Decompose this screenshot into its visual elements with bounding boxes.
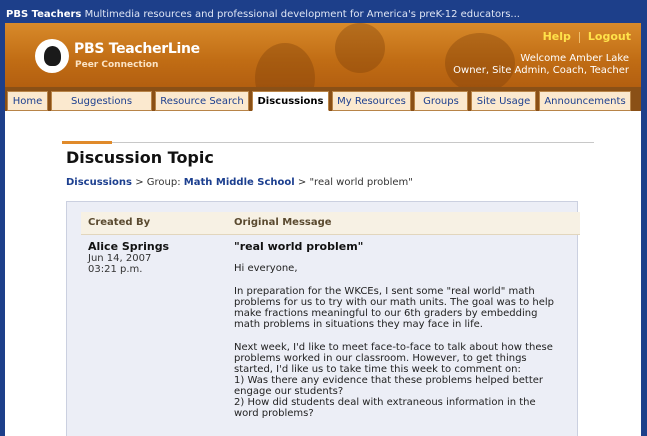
message-paragraph: Next week, I'd like to meet face-to-face… bbox=[234, 342, 553, 419]
header-links: Help Logout bbox=[543, 30, 631, 43]
pbs-logo-icon[interactable] bbox=[35, 39, 69, 73]
message-date-day: Jun 14, 2007 bbox=[88, 253, 152, 264]
message-date: Jun 14, 2007 03:21 p.m. bbox=[88, 253, 151, 275]
message-table-header: Created By Original Message bbox=[81, 212, 580, 235]
tab-discussions[interactable]: Discussions bbox=[252, 91, 329, 111]
message-subject: "real world problem" bbox=[234, 240, 364, 253]
logout-link[interactable]: Logout bbox=[588, 30, 631, 43]
breadcrumb-discussions[interactable]: Discussions bbox=[66, 177, 132, 188]
tab-suggestions[interactable]: Suggestions bbox=[51, 91, 152, 111]
link-divider bbox=[578, 31, 580, 43]
message-paragraph: In preparation for the WKCEs, I sent som… bbox=[234, 286, 555, 330]
tab-my-resources[interactable]: My Resources bbox=[332, 91, 411, 111]
tab-home[interactable]: Home bbox=[7, 91, 48, 111]
breadcrumb-group-label: Group: bbox=[146, 177, 181, 188]
heading-divider bbox=[112, 142, 594, 143]
heading-accent-bar bbox=[62, 141, 112, 144]
pbs-tagline: Multimedia resources and professional de… bbox=[84, 9, 520, 20]
main-nav: Home Suggestions Resource Search Discuss… bbox=[5, 87, 641, 111]
page-frame: PBS Teachers Multimedia resources and pr… bbox=[0, 0, 647, 436]
pbs-teachers-brand[interactable]: PBS Teachers bbox=[6, 9, 81, 20]
site-subtitle: Peer Connection bbox=[75, 60, 159, 70]
tab-site-usage[interactable]: Site Usage bbox=[471, 91, 536, 111]
breadcrumb-separator: > bbox=[135, 177, 144, 188]
breadcrumb-separator: > bbox=[297, 177, 307, 188]
message-time: 03:21 p.m. bbox=[88, 264, 143, 275]
site-title[interactable]: PBS TeacherLine bbox=[74, 41, 200, 57]
tab-announcements[interactable]: Announcements bbox=[539, 91, 631, 111]
pbs-teachers-bar: PBS Teachers Multimedia resources and pr… bbox=[6, 6, 638, 23]
decorative-silhouette bbox=[335, 23, 385, 73]
column-original-message: Original Message bbox=[234, 217, 332, 228]
breadcrumb-topic: "real world problem" bbox=[309, 177, 413, 188]
tab-groups[interactable]: Groups bbox=[414, 91, 468, 111]
tab-resource-search[interactable]: Resource Search bbox=[155, 91, 249, 111]
welcome-user: Welcome Amber Lake bbox=[520, 53, 629, 64]
page-title: Discussion Topic bbox=[66, 148, 214, 167]
welcome-message: Welcome Amber Lake Owner, Site Admin, Co… bbox=[453, 53, 629, 77]
decorative-silhouette bbox=[255, 43, 315, 87]
message-author: Alice Springs bbox=[88, 240, 170, 253]
breadcrumb-group[interactable]: Math Middle School bbox=[184, 177, 295, 188]
user-roles: Owner, Site Admin, Coach, Teacher bbox=[453, 65, 629, 76]
site-header: PBS TeacherLine Peer Connection Help Logo… bbox=[5, 23, 641, 87]
column-created-by: Created By bbox=[88, 217, 151, 228]
message-greeting: Hi everyone, bbox=[234, 263, 298, 274]
breadcrumb: Discussions > Group: Math Middle School … bbox=[66, 177, 413, 188]
help-link[interactable]: Help bbox=[543, 30, 571, 43]
